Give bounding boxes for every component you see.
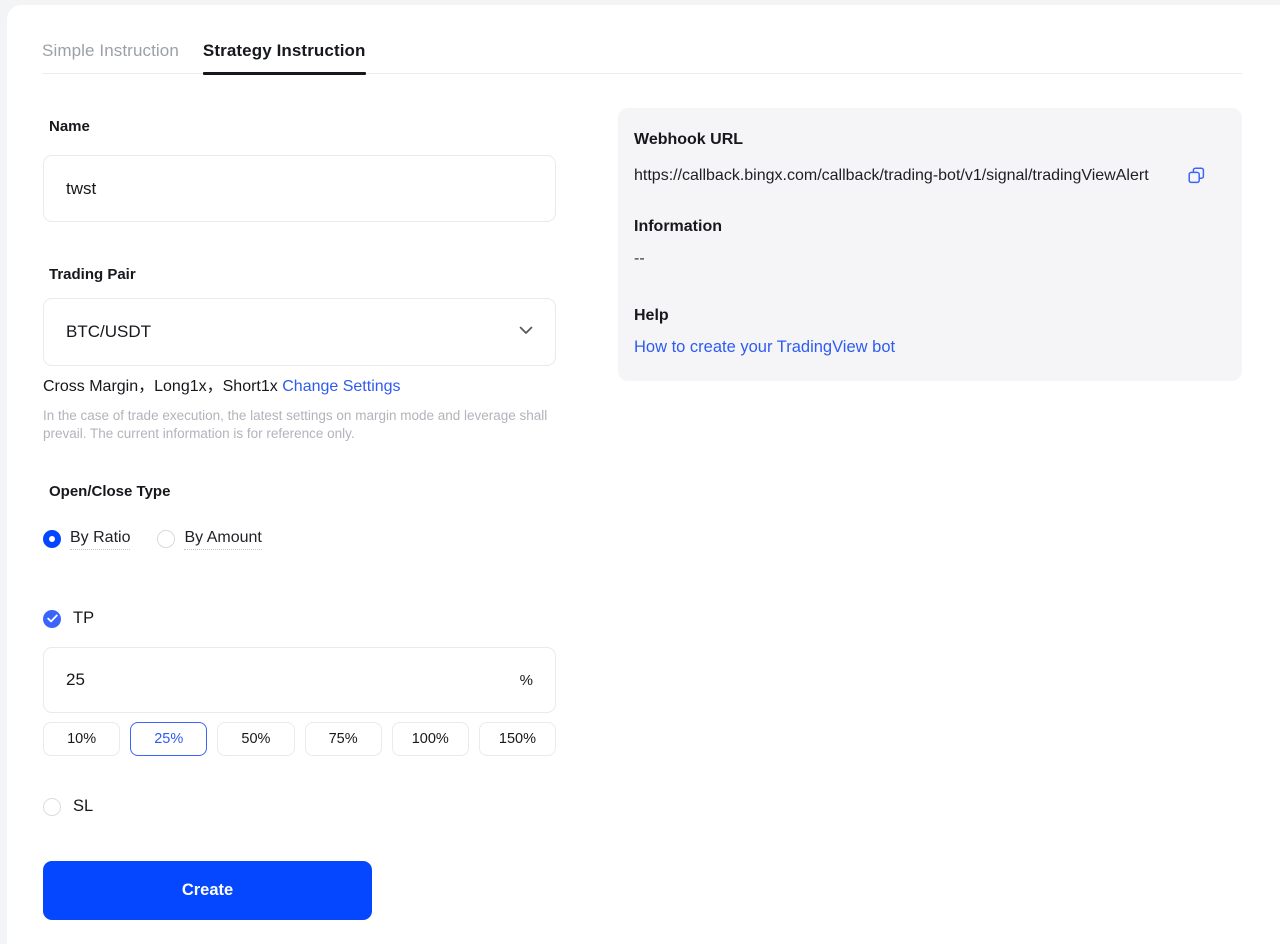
radio-by-ratio[interactable]: By Ratio [43,528,130,550]
preset-10-button[interactable]: 10% [43,722,120,756]
trading-pair-value: BTC/USDT [66,322,151,342]
copy-icon[interactable] [1188,167,1205,189]
trading-pair-label: Trading Pair [49,266,556,284]
name-label: Name [49,118,556,136]
radio-by-ratio-label: By Ratio [70,528,130,550]
trading-pair-select[interactable]: BTC/USDT [43,298,556,366]
tab-strategy-instruction[interactable]: Strategy Instruction [203,41,366,73]
info-panel: Webhook URL https://callback.bingx.com/c… [618,108,1242,381]
margin-note: In the case of trade execution, the late… [43,407,556,442]
webhook-url-title: Webhook URL [634,131,1218,149]
tp-preset-buttons: 10% 25% 50% 75% 100% 150% [43,722,556,756]
radio-selected-icon [43,530,61,548]
preset-50-button[interactable]: 50% [217,722,294,756]
tab-bar: Simple Instruction Strategy Instruction [42,5,1242,74]
create-button[interactable]: Create [43,861,372,920]
information-value: -- [634,250,1218,268]
preset-100-button[interactable]: 100% [392,722,469,756]
help-title: Help [634,307,1218,325]
information-title: Information [634,218,1218,236]
tab-simple-instruction[interactable]: Simple Instruction [42,41,179,73]
tp-value-wrapper: % [43,647,556,713]
preset-25-button[interactable]: 25% [130,722,207,756]
webhook-url-value: https://callback.bingx.com/callback/trad… [634,162,1179,189]
strategy-form-panel: Simple Instruction Strategy Instruction … [7,5,1280,944]
preset-75-button[interactable]: 75% [305,722,382,756]
webhook-url-row: https://callback.bingx.com/callback/trad… [634,162,1218,189]
tp-checkbox-row[interactable]: TP [43,609,556,628]
form-column: Name Trading Pair BTC/USDT Cross Margin，… [43,118,556,920]
radio-by-amount[interactable]: By Amount [157,528,261,550]
preset-150-button[interactable]: 150% [479,722,556,756]
tp-value-input[interactable] [66,670,440,690]
radio-unselected-icon [157,530,175,548]
help-link[interactable]: How to create your TradingView bot [634,338,895,357]
chevron-down-icon [517,321,535,344]
name-field-wrapper [43,155,556,222]
margin-settings-line: Cross Margin，Long1x，Short1x Change Setti… [43,377,556,396]
open-close-type-label: Open/Close Type [49,483,556,501]
tp-label: TP [73,609,94,628]
open-close-type-options: By Ratio By Amount [43,528,556,550]
change-settings-link[interactable]: Change Settings [282,378,400,395]
checkbox-checked-icon [43,610,61,628]
checkbox-unchecked-icon [43,798,61,816]
percent-unit: % [520,672,533,689]
sl-label: SL [73,797,93,816]
name-input[interactable] [66,179,533,199]
radio-by-amount-label: By Amount [184,528,261,550]
sl-checkbox-row[interactable]: SL [43,797,556,816]
margin-settings-text: Cross Margin，Long1x，Short1x [43,378,278,395]
